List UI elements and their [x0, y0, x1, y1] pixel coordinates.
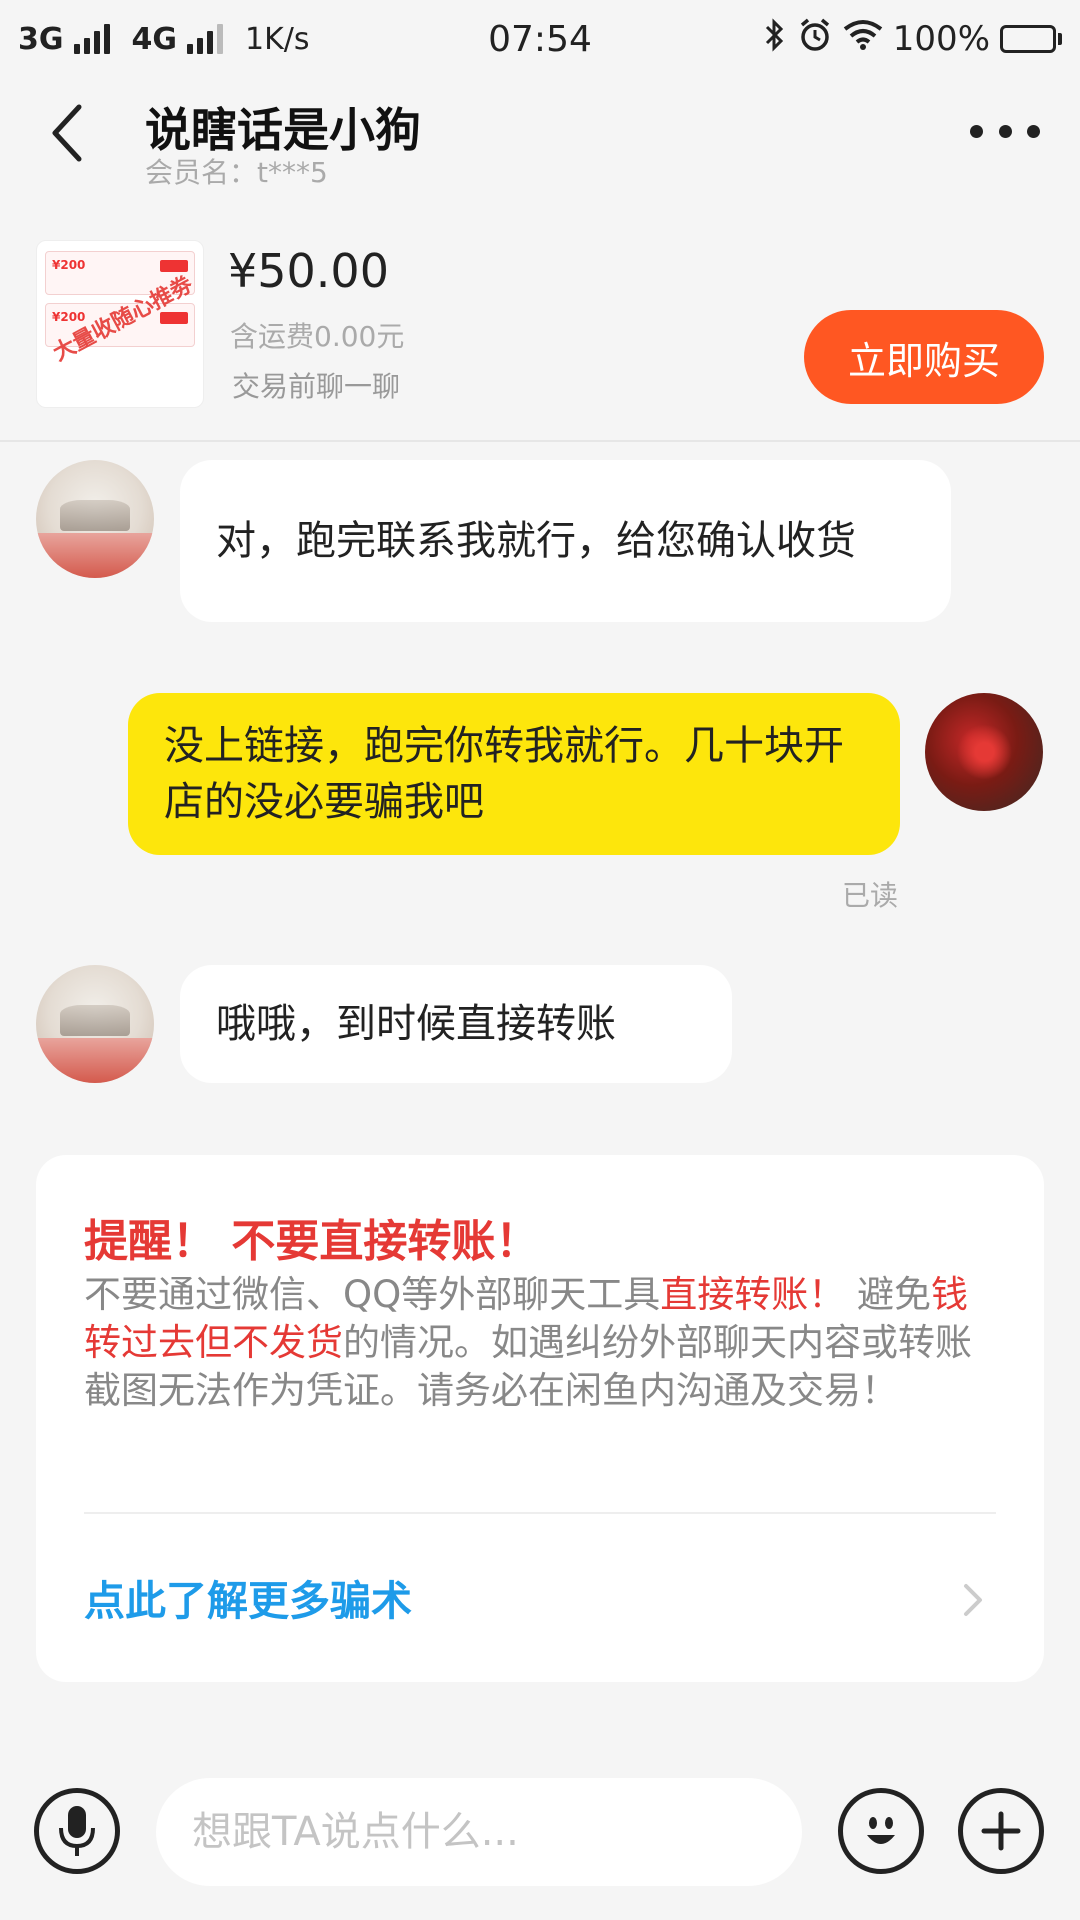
emoji-icon — [867, 1817, 895, 1844]
signal-4g-icon — [187, 24, 223, 54]
plus-button[interactable] — [958, 1788, 1044, 1874]
chat-header: 说瞎话是小狗 会员名：t***5 — [0, 78, 1080, 189]
bluetooth-icon — [763, 17, 787, 62]
warning-highlight: 直接转账！ — [660, 1273, 846, 1316]
message-text: 哦哦，到时候直接转账 — [216, 1001, 616, 1047]
product-card[interactable]: ¥200 ¥200 大量收随心推劵 ¥50.00 含运费0.00元 交易前聊一聊… — [0, 222, 1080, 442]
chevron-right-icon[interactable] — [958, 1580, 988, 1620]
back-button[interactable] — [36, 98, 96, 168]
warning-title: 提醒！ 不要直接转账！ — [84, 1216, 540, 1267]
divider — [84, 1512, 996, 1514]
alarm-icon — [797, 17, 833, 62]
warning-body: 不要通过微信、QQ等外部聊天工具直接转账！ 避免钱转过去但不发货的情况。如遇纠纷… — [84, 1271, 1004, 1415]
battery-icon — [1000, 25, 1062, 53]
message-input[interactable] — [156, 1778, 802, 1886]
status-left: 3G 4G 1K/s — [18, 22, 310, 57]
warning-text: 避免 — [857, 1273, 932, 1316]
message-input-bar — [0, 1760, 1080, 1890]
message-text: 没上链接，跑完你转我就行。几十块开店的没必要骗我吧 — [164, 723, 844, 825]
scam-warning-card: 提醒！ 不要直接转账！ 不要通过微信、QQ等外部聊天工具直接转账！ 避免钱转过去… — [36, 1155, 1044, 1682]
back-arrow-icon — [52, 104, 82, 162]
read-status: 已读 — [842, 879, 899, 912]
network-3g-label: 3G — [18, 21, 64, 57]
microphone-icon — [59, 1806, 95, 1856]
shipping-fee: 含运费0.00元 — [230, 320, 405, 353]
status-bar: 3G 4G 1K/s 07:54 100% — [0, 0, 1080, 78]
learn-more-scams-link[interactable]: 点此了解更多骗术 — [84, 1567, 412, 1627]
network-speed: 1K/s — [245, 21, 310, 57]
status-right: 100% — [763, 17, 1062, 62]
product-price: ¥50.00 — [228, 244, 389, 298]
buy-now-button[interactable]: 立即购买 — [804, 310, 1044, 404]
message-bubble-received[interactable]: 对，跑完联系我就行，给您确认收货 — [180, 460, 951, 622]
thumb-amount: ¥200 — [52, 258, 86, 272]
message-bubble-received[interactable]: 哦哦，到时候直接转账 — [180, 965, 732, 1083]
more-options-button[interactable] — [970, 116, 1040, 146]
member-name: 会员名：t***5 — [145, 156, 328, 189]
network-4g-label: 4G — [131, 21, 178, 57]
signal-3g-icon — [73, 24, 110, 54]
voice-button[interactable] — [34, 1788, 120, 1874]
warning-text: 不要通过微信、QQ等外部聊天工具 — [84, 1273, 661, 1316]
seller-avatar[interactable] — [36, 460, 154, 578]
product-thumbnail[interactable]: ¥200 ¥200 大量收随心推劵 — [36, 240, 204, 408]
emoji-button[interactable] — [838, 1788, 924, 1874]
seller-avatar[interactable] — [36, 965, 154, 1083]
battery-percent: 100% — [892, 19, 990, 59]
my-avatar[interactable] — [925, 693, 1043, 811]
chat-hint: 交易前聊一聊 — [232, 370, 401, 403]
message-bubble-sent[interactable]: 没上链接，跑完你转我就行。几十块开店的没必要骗我吧 — [128, 693, 900, 855]
message-text: 对，跑完联系我就行，给您确认收货 — [216, 518, 856, 564]
wifi-icon — [843, 19, 883, 60]
plus-icon — [981, 1811, 1021, 1851]
